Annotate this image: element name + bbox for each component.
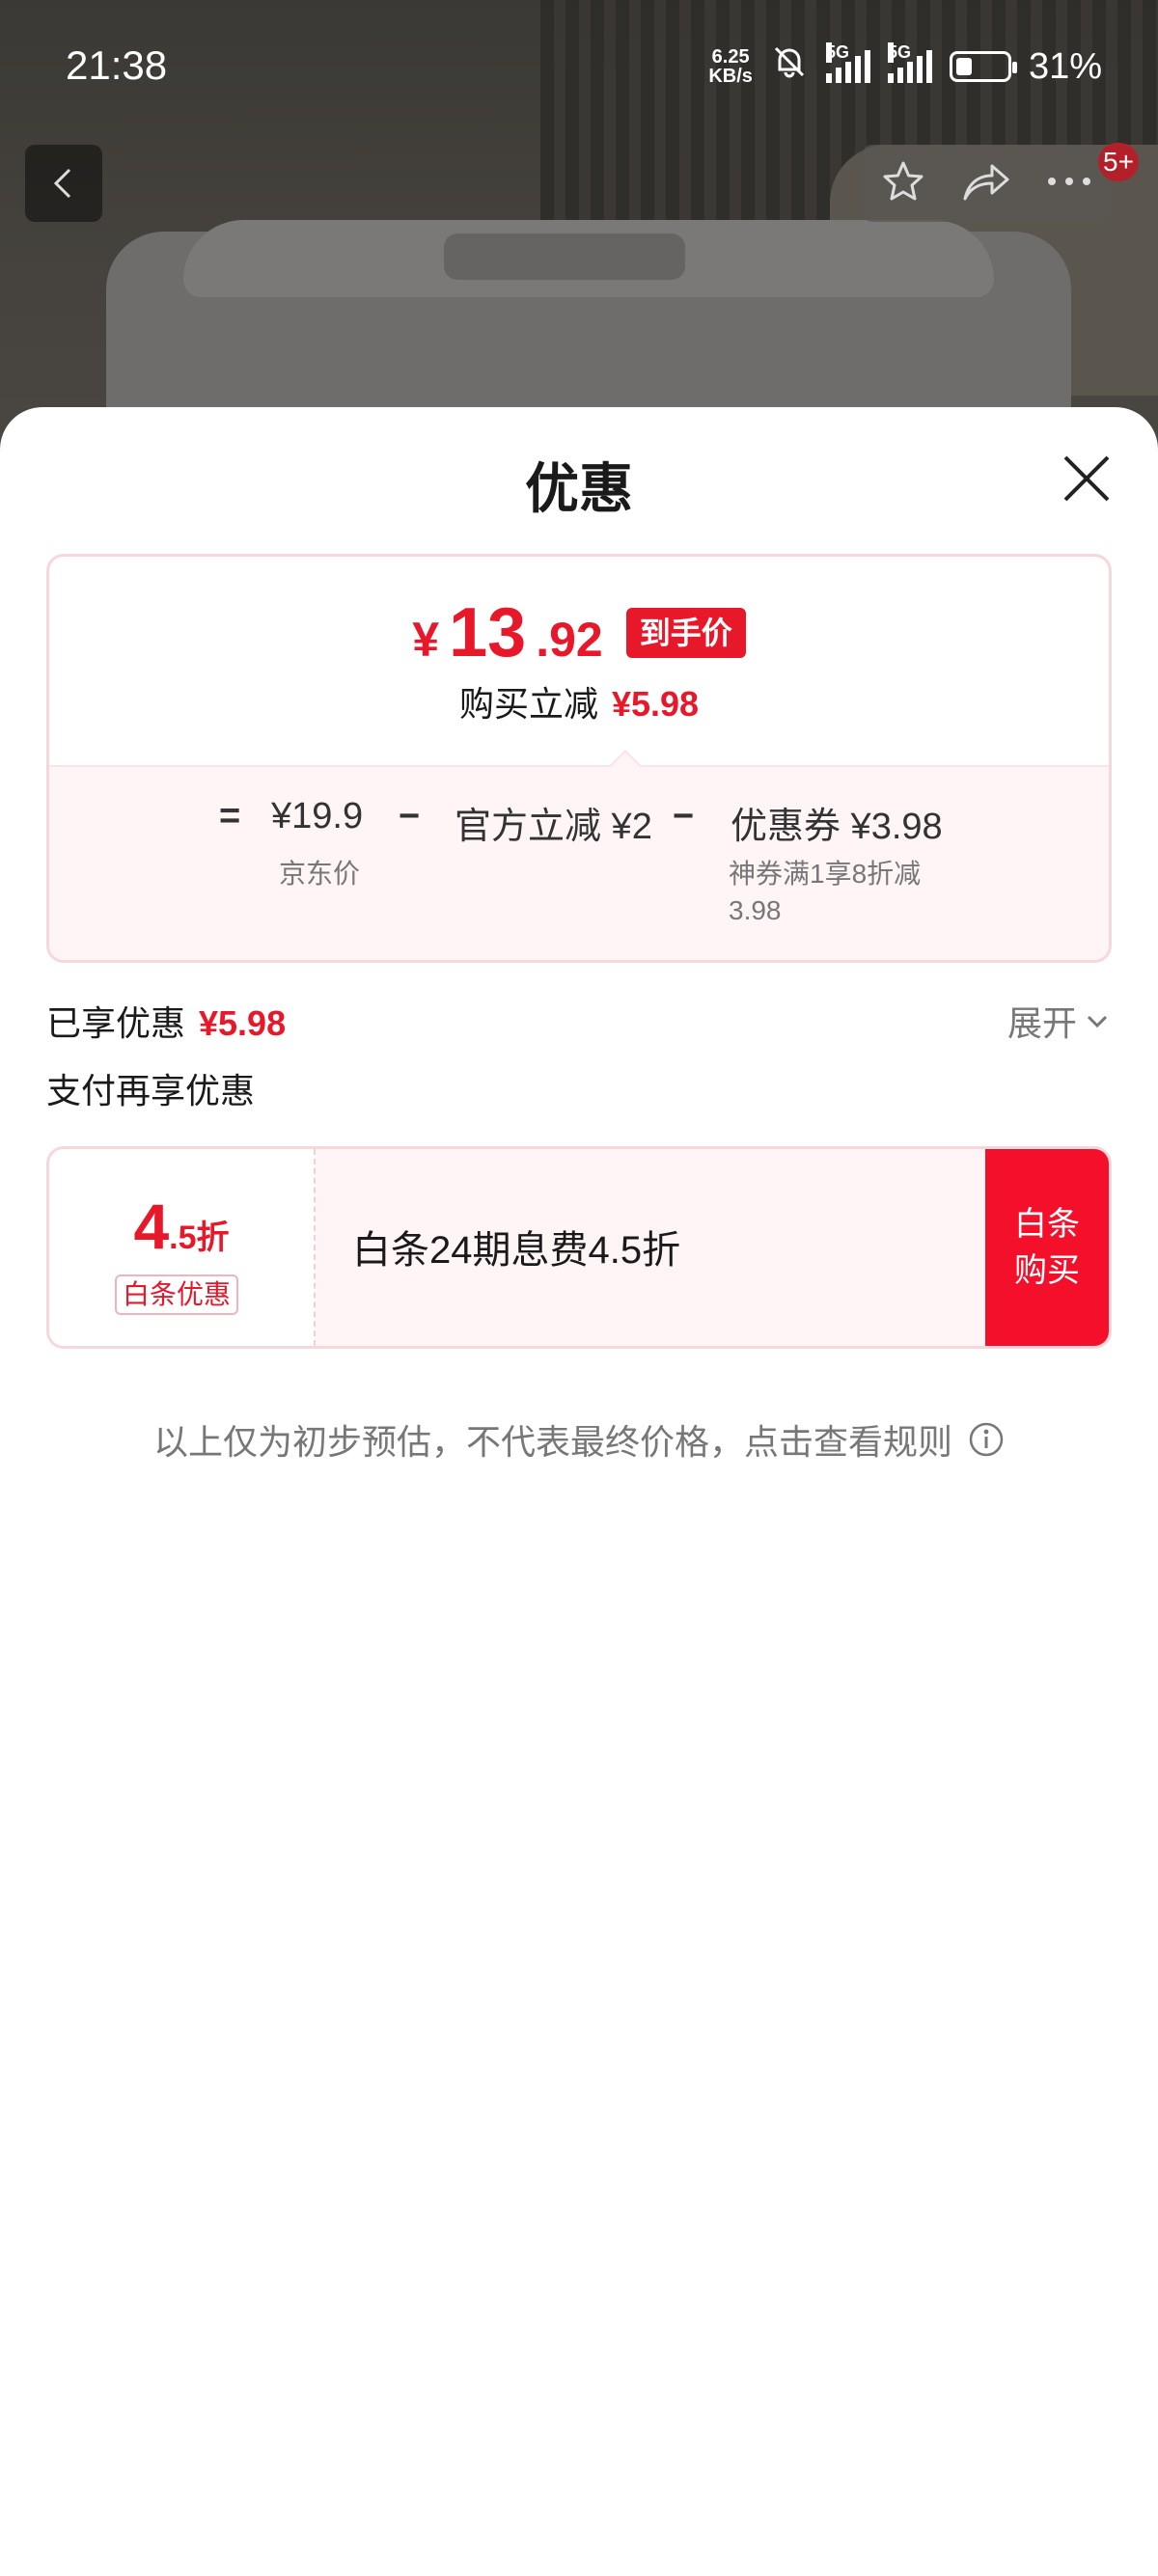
equals-sign: = xyxy=(219,796,241,836)
battery-percent: 31% xyxy=(1028,45,1102,87)
jd-price-label: 京东价 xyxy=(279,859,361,889)
close-icon xyxy=(1063,455,1110,502)
baitiao-installment-description: 白条24期息费4.5折 xyxy=(352,1229,681,1272)
message-count-badge: 5+ xyxy=(1098,143,1139,181)
info-icon xyxy=(969,1422,1004,1457)
baitiao-payment-card[interactable]: 4.5折 白条优惠 白条24期息费4.5折 白条 购买 xyxy=(46,1146,1112,1349)
jd-price: ¥19.9 xyxy=(271,796,364,836)
sim1-label: 5G xyxy=(825,42,849,63)
network-speed-value: 6.25 xyxy=(711,46,750,68)
more-options-icon[interactable] xyxy=(1046,175,1092,192)
coupon-description-line1: 神券满1享8折减 xyxy=(729,859,922,889)
signal-icon-sim1: 5G xyxy=(825,42,870,83)
close-button[interactable] xyxy=(1058,450,1116,507)
status-icons: 6.25 KB/s 5G 5G 31% xyxy=(708,42,1102,91)
discount-sheet: 优惠 ¥ 13 .92 到手价 购买立减 ¥5.98 = ¥19.9 京东价 − … xyxy=(0,407,1158,2576)
buy-button-line1: 白条 xyxy=(1014,1206,1080,1243)
storage-box-handle xyxy=(444,233,685,280)
payment-discount-title: 支付再享优惠 xyxy=(46,1071,256,1110)
purchase-reduction-amount: ¥5.98 xyxy=(611,684,700,724)
discount-rate-decimal: .5折 xyxy=(169,1219,230,1256)
baitiao-buy-button[interactable]: 白条 购买 xyxy=(985,1149,1109,1346)
minus-sign-1: − xyxy=(399,796,421,836)
mute-bell-icon xyxy=(770,42,809,91)
enjoyed-discount-label: 已享优惠 xyxy=(46,1003,186,1043)
status-bar: 21:38 6.25 KB/s 5G 5G 31% xyxy=(0,0,1158,125)
enjoyed-discount-amount: ¥5.98 xyxy=(199,1003,287,1043)
baitiao-discount-rate: 4.5折 xyxy=(49,1190,314,1263)
coupon-description-line2: 3.98 xyxy=(729,895,782,925)
enjoyed-discount: 已享优惠 ¥5.98 xyxy=(46,996,286,1046)
expand-label: 展开 xyxy=(1007,1003,1078,1043)
minus-sign-2: − xyxy=(673,796,695,836)
baitiao-discount-panel: 4.5折 白条优惠 xyxy=(49,1149,316,1346)
price-integer: 13 xyxy=(449,594,527,671)
price-currency: ¥ xyxy=(412,613,440,667)
network-speed: 6.25 KB/s xyxy=(708,47,753,86)
expand-button[interactable]: 展开 xyxy=(1007,996,1110,1046)
discount-rate-integer: 4 xyxy=(133,1191,170,1262)
baitiao-discount-tag: 白条优惠 xyxy=(115,1274,239,1315)
status-time: 21:38 xyxy=(66,42,168,88)
chevron-down-icon xyxy=(1087,1015,1108,1028)
share-icon[interactable] xyxy=(961,158,1011,209)
chevron-left-icon xyxy=(53,168,71,199)
sheet-title: 优惠 xyxy=(525,458,633,519)
estimate-rules-link[interactable]: 以上仅为初步预估，不代表最终价格，点击查看规则 xyxy=(0,1414,1158,1465)
network-speed-unit: KB/s xyxy=(708,66,753,87)
estimate-note-text: 以上仅为初步预估，不代表最终价格，点击查看规则 xyxy=(152,1422,952,1462)
official-reduction: 官方立减 ¥2 xyxy=(455,807,652,847)
purchase-reduction-label: 购买立减 xyxy=(458,684,598,724)
sim2-label: 5G xyxy=(887,42,911,63)
top-action-bar xyxy=(863,145,1110,222)
breakdown-pointer xyxy=(609,750,642,782)
battery-icon xyxy=(949,51,1017,82)
purchase-reduction: 购买立减 ¥5.98 xyxy=(49,676,1109,726)
buy-button-line2: 购买 xyxy=(1014,1252,1080,1289)
back-button[interactable] xyxy=(25,145,102,222)
final-price: ¥ 13 .92 到手价 xyxy=(49,594,1109,671)
price-breakdown: = ¥19.9 京东价 − 官方立减 ¥2 − 优惠券 ¥3.98 神券满1享8… xyxy=(49,750,1109,960)
coupon-amount: 优惠券 ¥3.98 xyxy=(731,807,943,847)
favorite-star-icon[interactable] xyxy=(880,158,926,209)
price-decimal: .92 xyxy=(536,613,603,667)
final-price-tag: 到手价 xyxy=(625,608,746,658)
final-price-card: ¥ 13 .92 到手价 购买立减 ¥5.98 = ¥19.9 京东价 − 官方立… xyxy=(46,554,1112,963)
signal-icon-sim2: 5G xyxy=(887,42,932,83)
